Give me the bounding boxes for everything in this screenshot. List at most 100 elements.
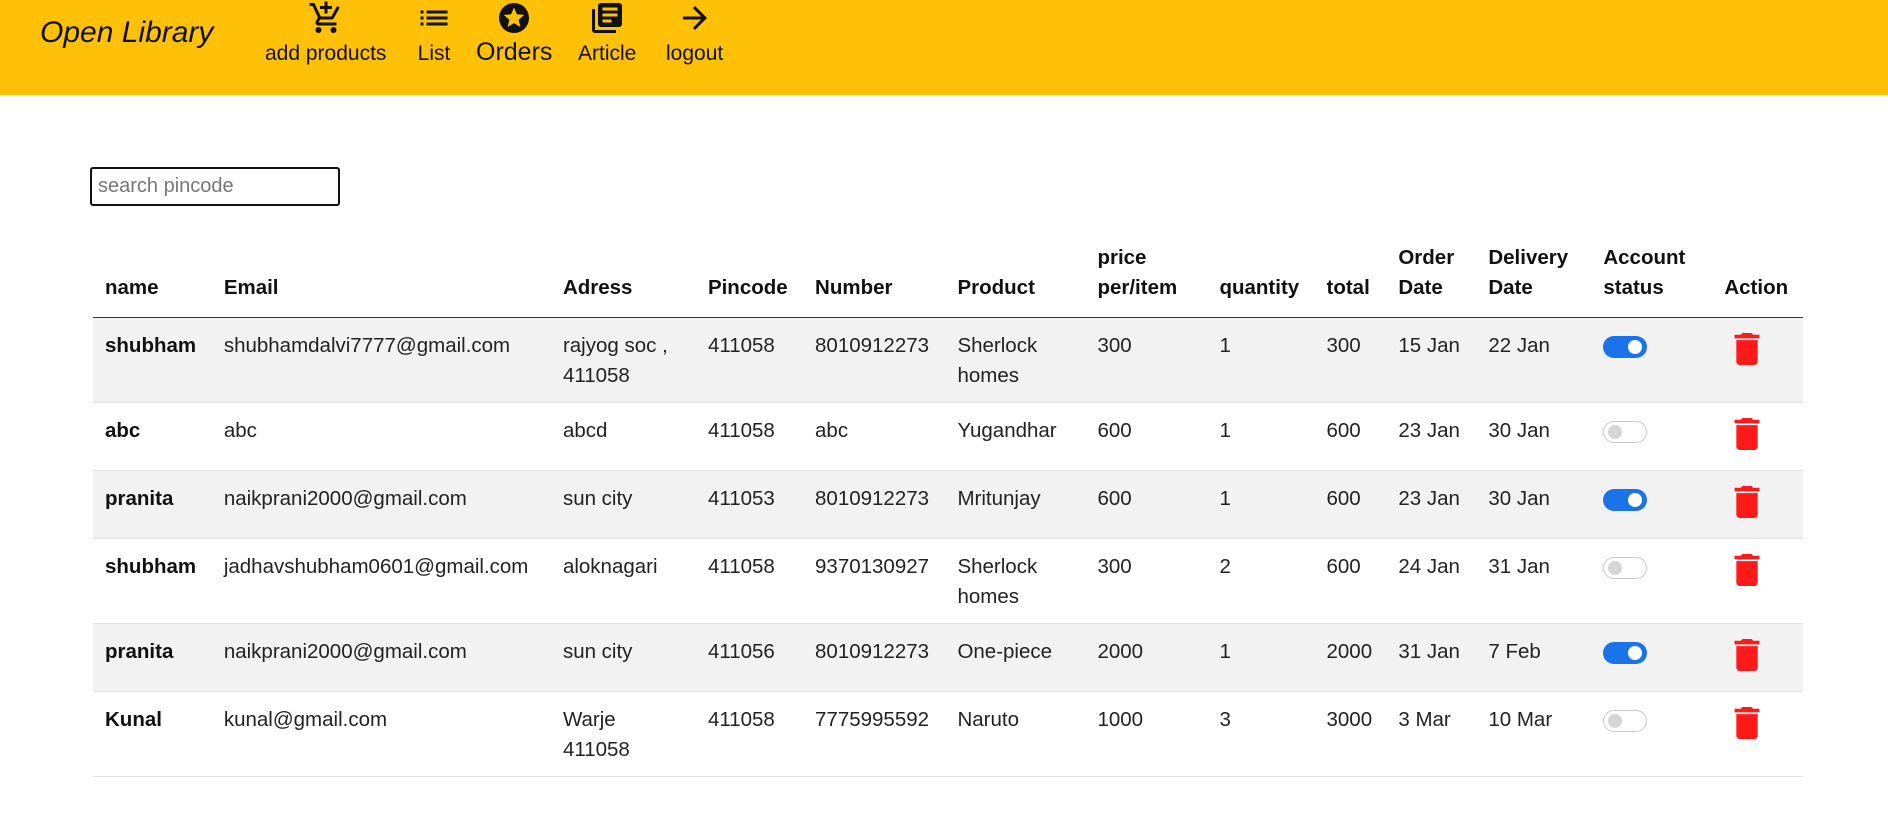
account-status-toggle[interactable]	[1603, 642, 1648, 664]
cell-pincode: 411053	[695, 470, 804, 539]
delete-button[interactable]	[1732, 333, 1762, 374]
col-header-delivery-date: Delivery Date	[1476, 235, 1592, 318]
cell-quantity: 2	[1207, 538, 1315, 624]
cell-action	[1712, 470, 1803, 539]
cell-email: kunal@gmail.com	[211, 691, 551, 777]
nav-label: logout	[666, 42, 724, 65]
cell-account-status	[1591, 538, 1713, 624]
cell-number: abc	[803, 402, 946, 471]
cell-action	[1712, 691, 1803, 777]
cell-account-status	[1591, 317, 1713, 403]
cell-price: 300	[1085, 538, 1208, 624]
cell-pincode: 411058	[695, 538, 804, 624]
brand-logo-text[interactable]: Open Library	[40, 16, 213, 50]
cell-action	[1712, 623, 1803, 692]
add-cart-icon	[309, 1, 340, 33]
nav-label: Orders	[476, 38, 553, 66]
cell-number: 9370130927	[803, 538, 946, 624]
nav-list[interactable]: List	[416, 0, 452, 66]
nav-article[interactable]: Article	[578, 0, 636, 66]
account-status-toggle[interactable]	[1603, 710, 1648, 732]
trash-icon	[1734, 639, 1760, 671]
cell-total: 2000	[1314, 623, 1387, 692]
toggle-knob	[1608, 425, 1623, 439]
col-header-pincode: Pincode	[695, 235, 804, 318]
cell-account-status	[1591, 402, 1713, 471]
cell-product: One-piece	[945, 623, 1086, 692]
cell-order-date: 23 Jan	[1386, 470, 1477, 539]
col-header-product: Product	[945, 235, 1086, 318]
cell-price: 1000	[1085, 691, 1208, 777]
cell-quantity: 1	[1207, 402, 1315, 471]
cell-email: naikprani2000@gmail.com	[211, 623, 551, 692]
col-header-total: total	[1314, 235, 1387, 318]
cell-address: sun city	[550, 623, 696, 692]
col-header-account-status: Account status	[1591, 235, 1713, 318]
cell-quantity: 1	[1207, 317, 1315, 403]
cell-product: Naruto	[945, 691, 1086, 777]
trash-icon	[1734, 486, 1760, 518]
cell-number: 7775995592	[803, 691, 946, 777]
cell-price: 300	[1085, 317, 1208, 403]
cell-total: 600	[1314, 470, 1387, 539]
cell-name: pranita	[93, 470, 212, 539]
toggle-knob	[1608, 714, 1623, 728]
search-pincode-input[interactable]	[90, 167, 340, 206]
cell-product: Sherlock homes	[945, 538, 1086, 624]
cell-address: sun city	[550, 470, 696, 539]
cell-order-date: 24 Jan	[1386, 538, 1477, 624]
delete-button[interactable]	[1732, 418, 1762, 459]
arrow-right-icon	[682, 6, 707, 30]
top-nav-bar: Open Library add products List Orders Ar…	[0, 0, 1888, 95]
cell-email: naikprani2000@gmail.com	[211, 470, 551, 539]
cell-delivery-date: 30 Jan	[1476, 402, 1592, 471]
cell-quantity: 1	[1207, 470, 1315, 539]
trash-icon	[1734, 707, 1760, 739]
account-status-toggle[interactable]	[1603, 421, 1648, 443]
toggle-knob	[1628, 493, 1643, 507]
account-status-toggle[interactable]	[1603, 336, 1648, 358]
cell-address: Warje 411058	[550, 691, 696, 777]
nav-orders[interactable]: Orders	[476, 0, 552, 67]
cell-account-status	[1591, 691, 1713, 777]
cell-pincode: 411058	[695, 691, 804, 777]
cell-address: aloknagari	[550, 538, 696, 624]
list-icon	[420, 10, 448, 26]
cell-product: Yugandhar	[945, 402, 1086, 471]
account-status-toggle[interactable]	[1603, 557, 1648, 579]
toggle-knob	[1628, 340, 1643, 354]
cell-name: Kunal	[93, 691, 212, 777]
col-header-action: Action	[1712, 235, 1803, 318]
nav-label: add products	[265, 42, 387, 65]
cell-email: jadhavshubham0601@gmail.com	[211, 538, 551, 624]
cell-address: rajyog soc , 411058	[550, 317, 696, 403]
cell-delivery-date: 31 Jan	[1476, 538, 1592, 624]
table-row: abc abc abcd 411058 abc Yugandhar 600 1 600 23 Ja…	[93, 402, 1803, 471]
col-header-name: name	[93, 235, 212, 318]
nav-add-products[interactable]: add products	[265, 0, 386, 66]
table-row: pranita naikprani2000@gmail.com sun city 41…	[93, 623, 1803, 692]
col-header-address: Adress	[550, 235, 696, 318]
cell-email: abc	[211, 402, 551, 471]
col-header-number: Number	[803, 235, 946, 318]
cell-account-status	[1591, 623, 1713, 692]
cell-pincode: 411056	[695, 623, 804, 692]
cell-name: shubham	[93, 538, 212, 624]
table-row: pranita naikprani2000@gmail.com sun city 41…	[93, 470, 1803, 539]
col-header-quantity: quantity	[1207, 235, 1315, 318]
article-icon	[592, 3, 623, 33]
toggle-knob	[1628, 646, 1643, 660]
delete-button[interactable]	[1732, 554, 1762, 595]
cell-delivery-date: 10 Mar	[1476, 691, 1592, 777]
orders-table: name Email Adress Pincode Number Product…	[93, 235, 1803, 777]
nav-label: Article	[578, 42, 637, 65]
account-status-toggle[interactable]	[1603, 489, 1648, 511]
delete-button[interactable]	[1732, 486, 1762, 527]
table-header: name Email Adress Pincode Number Product…	[93, 235, 1803, 318]
nav-logout[interactable]: logout	[666, 0, 723, 66]
nav-label: List	[417, 42, 451, 65]
col-header-order-date: Order Date	[1386, 235, 1477, 318]
cell-total: 300	[1314, 317, 1387, 403]
delete-button[interactable]	[1732, 707, 1762, 748]
delete-button[interactable]	[1732, 639, 1762, 680]
